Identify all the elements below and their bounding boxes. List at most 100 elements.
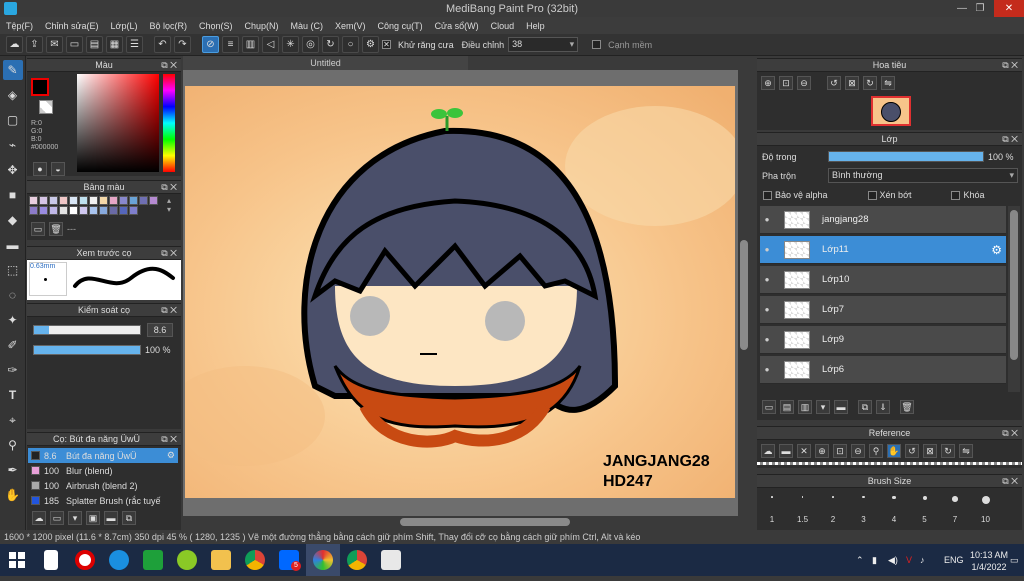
palette-swatch[interactable]	[89, 196, 98, 205]
menu-cloud[interactable]: Cloud	[491, 21, 515, 31]
brush-size-option[interactable]: 1.5	[788, 490, 818, 530]
rotate-reset-icon[interactable]: ⊠	[845, 76, 859, 90]
select-tool-icon[interactable]: ⬚	[3, 260, 23, 280]
reference-flip-icon[interactable]: ⇋	[959, 444, 973, 458]
windows-start-icon[interactable]	[0, 544, 34, 576]
palette-swatch[interactable]	[119, 196, 128, 205]
palette-swatch[interactable]	[79, 196, 88, 205]
brush-opacity-slider[interactable]	[33, 345, 141, 355]
menu-capture[interactable]: Chụp(N)	[245, 21, 279, 31]
adjust-select[interactable]: 38	[508, 37, 579, 52]
move-tool-icon[interactable]: ✥	[3, 160, 23, 180]
comment-icon[interactable]: ✉	[46, 36, 63, 53]
layer-folder-icon[interactable]: ▬	[834, 400, 848, 414]
layer-row[interactable]: ● jangjang28	[760, 206, 1006, 234]
rectangle-tool-icon[interactable]: ▢	[3, 110, 23, 130]
add-layer-menu-icon[interactable]: ▾	[816, 400, 830, 414]
brush-list-item[interactable]: 8.6 Bút đa năng ÜwÜ ⚙	[28, 448, 178, 463]
delete-palette-icon[interactable]: 🗑	[49, 222, 63, 236]
bucket-tool-icon[interactable]: ◆	[3, 210, 23, 230]
internet-explorer-icon[interactable]	[102, 544, 136, 576]
file-explorer-icon[interactable]	[204, 544, 238, 576]
brush-size-option[interactable]: 7	[940, 490, 970, 530]
copy-brush-icon[interactable]: ⧉	[122, 511, 136, 525]
palette-swatch[interactable]	[109, 196, 118, 205]
soft-edge-checkbox[interactable]	[592, 40, 602, 49]
panel-close-icon[interactable]: ⧉ ✕	[161, 181, 177, 193]
zoom-in-icon[interactable]: ⊕	[761, 76, 775, 90]
panel-close-icon[interactable]: ⧉ ✕	[1002, 59, 1018, 71]
speaker-icon[interactable]: ♪	[920, 544, 925, 576]
layer-scrollbar[interactable]	[1008, 206, 1020, 392]
no-snap-icon[interactable]: ⊘	[202, 36, 219, 53]
menu-file[interactable]: Tệp(F)	[6, 21, 33, 31]
menu-window[interactable]: Cửa sổ(W)	[435, 21, 479, 31]
layer-settings-icon[interactable]: ⚙	[991, 243, 1002, 257]
fit-icon[interactable]: ⊡	[779, 76, 793, 90]
protect-alpha-checkbox[interactable]	[763, 190, 772, 200]
hand-tool-icon[interactable]: ✋	[3, 485, 23, 505]
reference-reset-icon[interactable]: ⊠	[923, 444, 937, 458]
layer-scroll-thumb[interactable]	[1010, 210, 1018, 360]
brush-settings-icon[interactable]: ⚙	[167, 450, 175, 461]
palette-swatch[interactable]	[99, 196, 108, 205]
layer-row[interactable]: ● Lớp7	[760, 296, 1006, 324]
cloud-icon[interactable]: ☁	[6, 36, 23, 53]
volume-icon[interactable]: ◀)	[888, 544, 898, 576]
grid-icon[interactable]: ▦	[106, 36, 123, 53]
reference-eyedropper-icon[interactable]: ⚲	[869, 444, 883, 458]
brush-size-option[interactable]: 1	[757, 490, 787, 530]
brush-size-option[interactable]: 3	[849, 490, 879, 530]
layer-visibility-icon[interactable]: ●	[760, 245, 774, 254]
new-layer-1bit-icon[interactable]: ▥	[798, 400, 812, 414]
new-layer-8bit-icon[interactable]: ▤	[780, 400, 794, 414]
zoom-out-icon[interactable]: ⊖	[797, 76, 811, 90]
rotate-right-icon[interactable]: ↻	[863, 76, 877, 90]
eyedropper-tool-icon[interactable]: ⚲	[3, 435, 23, 455]
palette-swatch[interactable]	[119, 206, 128, 215]
reference-zoom-out-icon[interactable]: ⊖	[851, 444, 865, 458]
fill-rect-tool-icon[interactable]: ■	[3, 185, 23, 205]
antialias-checkbox[interactable]: ✕	[382, 40, 391, 49]
palette-swatch[interactable]	[29, 206, 38, 215]
palette-swatch[interactable]	[69, 196, 78, 205]
palette-swatch[interactable]	[79, 206, 88, 215]
reference-open-icon[interactable]: ▬	[779, 444, 793, 458]
layer-visibility-icon[interactable]: ●	[760, 335, 774, 344]
brush-list-item[interactable]: 100 Airbrush (blend 2)	[28, 478, 178, 493]
palette-swatch[interactable]	[29, 196, 38, 205]
panel-close-icon[interactable]: ⧉ ✕	[1002, 427, 1018, 439]
layer-visibility-icon[interactable]: ●	[760, 305, 774, 314]
share-icon[interactable]: ⇪	[26, 36, 43, 53]
perspective-snap-icon[interactable]: ◁	[262, 36, 279, 53]
undo-icon[interactable]: ↶	[154, 36, 171, 53]
palette-swatch[interactable]	[69, 206, 78, 215]
brush-size-option[interactable]: 4	[879, 490, 909, 530]
palette-swatch[interactable]	[99, 206, 108, 215]
list-icon[interactable]: ☰	[126, 36, 143, 53]
panel-close-icon[interactable]: ⧉ ✕	[161, 304, 177, 316]
divide-tool-icon[interactable]: ⌖	[3, 410, 23, 430]
palette-swatch[interactable]	[39, 196, 48, 205]
medibang-taskbar-icon[interactable]	[306, 544, 340, 576]
reference-rotate-right-icon[interactable]: ↻	[941, 444, 955, 458]
page-icon[interactable]: ▭	[66, 36, 83, 53]
layer-visibility-icon[interactable]: ●	[760, 275, 774, 284]
saturation-value-picker[interactable]	[77, 74, 159, 172]
redo-icon[interactable]: ↷	[174, 36, 191, 53]
network-icon[interactable]: ▮	[872, 544, 877, 576]
navigator-thumbnail[interactable]	[871, 96, 911, 126]
layer-row[interactable]: ● Lớp10	[760, 266, 1006, 294]
brush-list-item[interactable]: 185 Splatter Brush (rắc tuyế	[28, 493, 178, 508]
lasso-tool-icon[interactable]: ◌	[3, 285, 23, 305]
reference-fit-icon[interactable]: ⊡	[833, 444, 847, 458]
panel-close-icon[interactable]: ⧉ ✕	[1002, 133, 1018, 145]
palette-swatch[interactable]	[149, 196, 158, 205]
file-icon[interactable]	[34, 544, 68, 576]
input-language[interactable]: ENG	[944, 544, 964, 576]
reference-cloud-icon[interactable]: ☁	[761, 444, 775, 458]
menu-help[interactable]: Help	[526, 21, 545, 31]
circle-snap-icon[interactable]: ◎	[302, 36, 319, 53]
menu-edit[interactable]: Chỉnh sửa(E)	[45, 21, 99, 31]
clipping-checkbox[interactable]	[867, 190, 877, 200]
